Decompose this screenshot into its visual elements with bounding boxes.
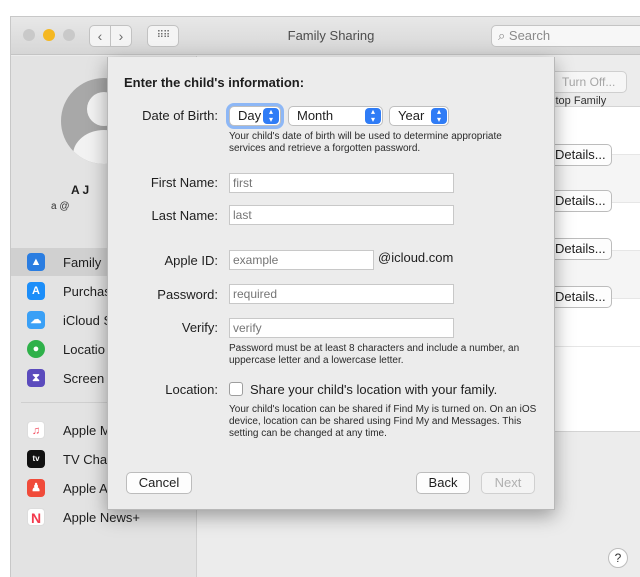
cloud-icon: ☁	[27, 311, 45, 329]
chevron-up-down-icon: ▴ ▾	[263, 108, 279, 124]
icloud-domain-suffix: @icloud.com	[378, 250, 454, 265]
day-popup[interactable]: Day ▴ ▾	[229, 106, 281, 126]
last-name-label: Last Name:	[151, 208, 218, 223]
user-name: A J	[71, 183, 90, 197]
share-location-checkbox[interactable]	[229, 382, 243, 396]
last-name-field[interactable]	[229, 205, 454, 225]
back-button[interactable]: Back	[416, 472, 470, 494]
cancel-button[interactable]: Cancel	[126, 472, 192, 494]
apple-id-label: Apple ID:	[164, 253, 218, 268]
sidebar-item-label: Apple M	[63, 423, 111, 438]
dob-label: Date of Birth:	[142, 108, 218, 123]
dob-note: Your child's date of birth will be used …	[229, 131, 502, 154]
search-placeholder: Search	[508, 28, 551, 43]
location-label: Location:	[165, 382, 218, 397]
location-icon: ●	[27, 340, 45, 358]
sidebar-item-label: Locatio	[63, 342, 105, 357]
details-button[interactable]: Details...	[548, 286, 612, 308]
day-value: Day	[238, 108, 262, 123]
search-field[interactable]: ⌕ Search	[491, 25, 640, 47]
verify-label: Verify:	[181, 320, 218, 335]
chevron-up-down-icon: ▴ ▾	[365, 108, 381, 124]
details-button[interactable]: Details...	[548, 238, 612, 260]
sheet-heading: Enter the child's information:	[124, 75, 305, 90]
apple-tv-icon: tv	[27, 450, 45, 468]
password-field[interactable]	[229, 284, 454, 304]
arcade-icon: ♟	[27, 479, 45, 497]
sidebar-item-label: Apple A	[63, 481, 108, 496]
details-button[interactable]: Details...	[548, 190, 612, 212]
sidebar-item-label: Screen	[63, 371, 105, 386]
year-value: Year	[398, 108, 425, 123]
sidebar-item-label: Apple News+	[63, 510, 140, 525]
add-child-sheet: Enter the child's information: Date of B…	[107, 57, 555, 510]
password-label: Password:	[157, 287, 218, 302]
verify-password-field[interactable]	[229, 318, 454, 338]
month-popup[interactable]: Month ▴ ▾	[288, 106, 383, 126]
first-name-field[interactable]	[229, 173, 454, 193]
hourglass-icon: ⧗	[27, 369, 45, 387]
sidebar-item-label: iCloud S	[63, 313, 113, 328]
title-bar: ‹ › ⠿⠿ Family Sharing ⌕ Search	[11, 17, 640, 55]
password-note: Password must be at least 8 characters a…	[229, 343, 520, 366]
family-icon: ▲	[27, 253, 45, 271]
year-popup[interactable]: Year ▴ ▾	[389, 106, 449, 126]
stop-family-text: stop Family	[550, 95, 607, 107]
next-button[interactable]: Next	[481, 472, 535, 494]
apple-id-field[interactable]	[229, 250, 374, 270]
location-note: Your child's location can be shared if F…	[229, 404, 537, 439]
share-location-checkbox-label[interactable]: Share your child's location with your fa…	[250, 382, 497, 397]
sidebar-item-label: Purchas	[63, 284, 111, 299]
chevron-up-down-icon: ▴ ▾	[431, 108, 447, 124]
app-store-icon: A	[27, 282, 45, 300]
details-button[interactable]: Details...	[548, 144, 612, 166]
search-icon: ⌕	[498, 28, 506, 43]
news-icon: N	[27, 508, 45, 526]
month-value: Month	[297, 108, 334, 123]
first-name-label: First Name:	[150, 175, 218, 190]
user-email: a @	[51, 201, 70, 212]
sidebar-item-label: Family	[63, 255, 102, 270]
music-icon: ♫	[27, 421, 45, 439]
help-button[interactable]: ?	[608, 548, 628, 568]
sidebar-item-label: TV Char	[63, 452, 112, 467]
turn-off-button[interactable]: Turn Off...	[547, 71, 627, 93]
